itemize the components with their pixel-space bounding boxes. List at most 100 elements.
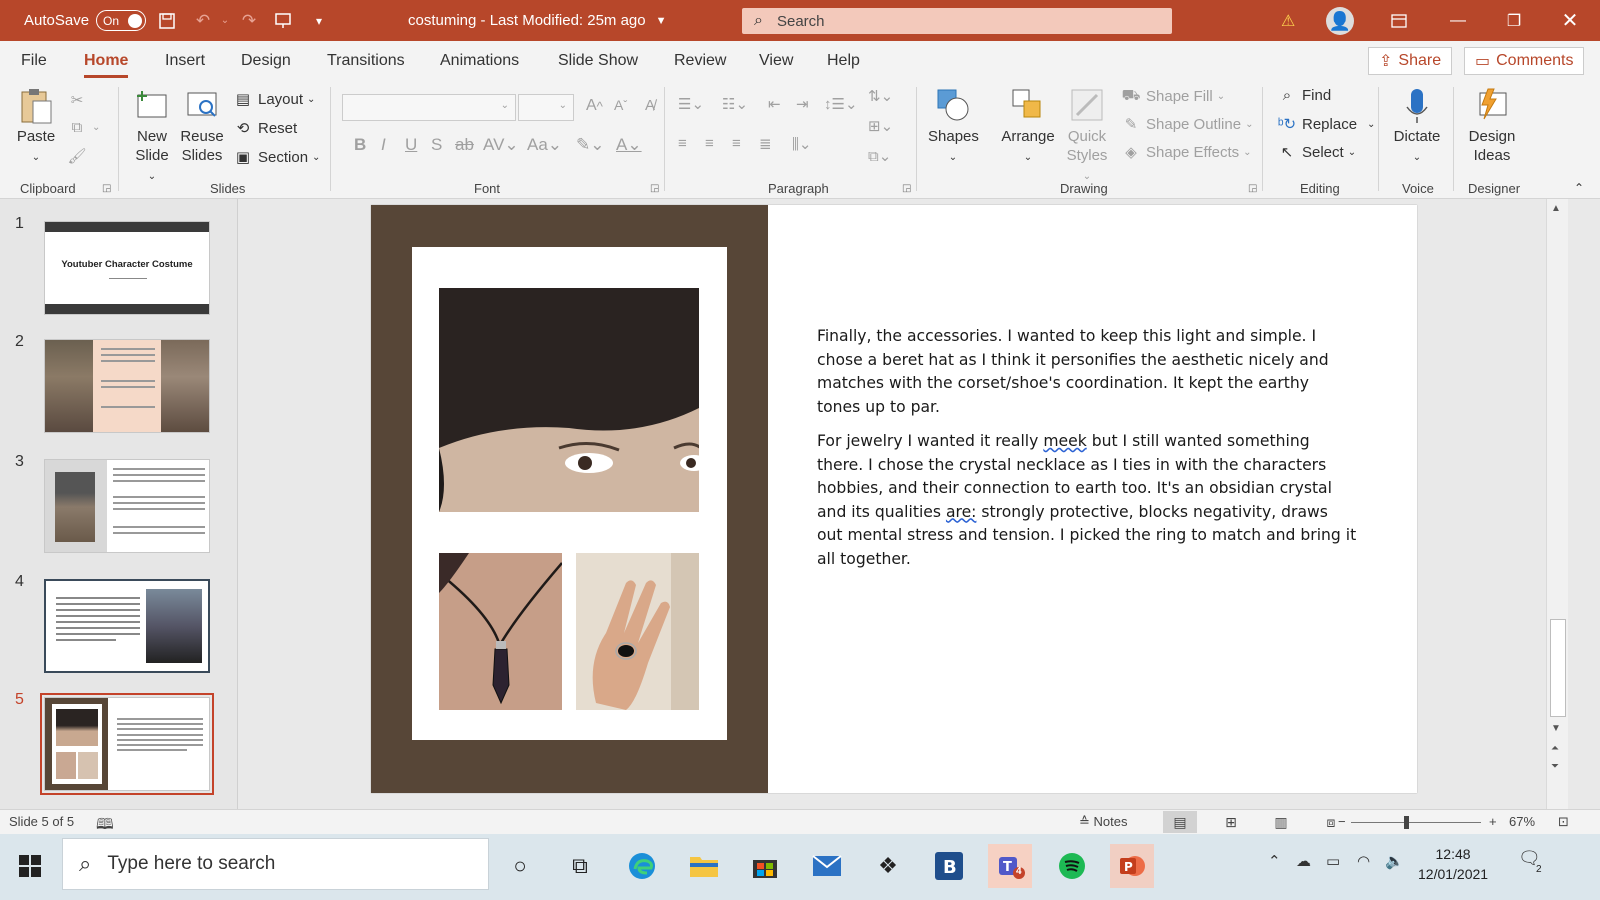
photo-card[interactable]: [412, 247, 727, 740]
reuse-slides-button[interactable]: Reuse Slides: [180, 87, 224, 165]
zoom-level[interactable]: 67%: [1509, 814, 1535, 829]
tab-file[interactable]: File: [21, 52, 47, 70]
copy-icon[interactable]: ⧉ ⌄: [66, 119, 101, 136]
cortana-icon[interactable]: ○: [498, 844, 542, 888]
shrink-font-icon[interactable]: Aˇ: [614, 97, 627, 113]
align-left-icon[interactable]: ≡: [678, 135, 687, 152]
columns-icon[interactable]: ⫼⌄: [792, 135, 811, 153]
underline-icon[interactable]: U: [405, 135, 417, 155]
slide-sorter-icon[interactable]: ⊞: [1214, 811, 1248, 833]
zoom-out-icon[interactable]: −: [1338, 814, 1346, 829]
decrease-indent-icon[interactable]: ⇤: [768, 95, 781, 113]
shape-effects-button[interactable]: ◈ Shape Effects ⌄: [1120, 143, 1251, 162]
quick-styles-button[interactable]: Quick Styles ⌄: [1064, 87, 1110, 186]
minimize-icon[interactable]: —: [1430, 0, 1486, 41]
design-ideas-button[interactable]: Design Ideas: [1466, 87, 1518, 165]
paste-button[interactable]: Paste ⌄: [16, 87, 56, 167]
font-launcher-icon[interactable]: ◲: [650, 183, 659, 194]
previous-slide-icon[interactable]: ⏶: [1551, 743, 1559, 754]
change-case-icon[interactable]: Aa⌄: [527, 135, 562, 155]
slide-thumbnail-3[interactable]: [44, 459, 210, 553]
ring-photo[interactable]: [576, 553, 699, 710]
slide-thumbnail-4[interactable]: [44, 579, 210, 673]
drawing-launcher-icon[interactable]: ◲: [1248, 183, 1257, 194]
numbering-icon[interactable]: ☷⌄: [722, 95, 748, 113]
shape-fill-button[interactable]: ⛟ Shape Fill ⌄: [1120, 87, 1226, 106]
beret-photo[interactable]: [439, 288, 699, 512]
normal-view-icon[interactable]: ▤: [1163, 811, 1197, 833]
align-text-icon[interactable]: ⊞⌄: [868, 117, 893, 135]
slide-thumbnail-2[interactable]: [44, 339, 210, 433]
fit-to-window-icon[interactable]: ⊡: [1558, 814, 1569, 830]
ribbon-display-icon[interactable]: [1371, 0, 1427, 41]
dropbox-icon[interactable]: ❖: [866, 844, 910, 888]
tab-transitions[interactable]: Transitions: [327, 52, 405, 70]
windows-start-icon[interactable]: [8, 844, 52, 888]
smartart-icon[interactable]: ⧉⌄: [868, 147, 891, 165]
collapse-ribbon-icon[interactable]: ⌃: [1574, 181, 1584, 195]
scroll-down-icon[interactable]: ▼: [1551, 723, 1561, 734]
clear-format-icon[interactable]: A̸: [645, 97, 655, 114]
scroll-up-icon[interactable]: ▲: [1551, 203, 1561, 214]
char-spacing-icon[interactable]: AV⌄: [483, 135, 519, 155]
tab-help[interactable]: Help: [827, 52, 860, 70]
slide-thumbnail-5[interactable]: [40, 693, 214, 795]
replace-button[interactable]: ᵇ↻ Replace ⌄: [1276, 115, 1376, 134]
next-slide-icon[interactable]: ⏷: [1551, 761, 1559, 772]
clipboard-launcher-icon[interactable]: ◲: [102, 183, 111, 194]
teams-icon[interactable]: T 4: [988, 844, 1032, 888]
customize-qat-icon[interactable]: ▾: [306, 0, 332, 41]
find-button[interactable]: ⌕ Find: [1276, 87, 1331, 104]
current-slide[interactable]: Finally, the accessories. I wanted to ke…: [371, 205, 1417, 793]
share-button[interactable]: ⇪ Share: [1368, 47, 1453, 75]
file-explorer-icon[interactable]: [682, 844, 726, 888]
tab-insert[interactable]: Insert: [165, 52, 205, 70]
slide-thumbnail-1[interactable]: Youtuber Character Costume: [44, 221, 210, 315]
select-button[interactable]: ↖ Select ⌄: [1276, 143, 1356, 162]
highlight-icon[interactable]: ✎⌄: [576, 135, 605, 155]
shapes-button[interactable]: Shapes ⌄: [928, 87, 979, 167]
powerpoint-icon[interactable]: P: [1110, 844, 1154, 888]
spotify-icon[interactable]: [1050, 844, 1094, 888]
increase-indent-icon[interactable]: ⇥: [796, 95, 809, 113]
zoom-slider-thumb[interactable]: [1404, 816, 1409, 829]
text-direction-icon[interactable]: ⇅⌄: [868, 87, 893, 105]
reset-button[interactable]: ⟲ Reset: [232, 119, 297, 138]
grow-font-icon[interactable]: A ^: [586, 97, 603, 115]
mail-icon[interactable]: [805, 844, 849, 888]
avatar[interactable]: 👤: [1326, 7, 1354, 35]
bold-icon[interactable]: B: [354, 135, 366, 155]
shadow-icon[interactable]: S: [431, 135, 442, 155]
battery-icon[interactable]: ▭: [1326, 852, 1340, 870]
align-center-icon[interactable]: ≡: [705, 135, 714, 152]
redo-icon[interactable]: ↷: [236, 0, 262, 41]
tab-animations[interactable]: Animations: [440, 52, 519, 70]
tab-view[interactable]: View: [759, 52, 793, 70]
search-box[interactable]: ⌕ Search: [742, 8, 1172, 34]
tab-review[interactable]: Review: [674, 52, 726, 70]
italic-icon[interactable]: I: [381, 135, 386, 155]
wifi-icon[interactable]: ◠: [1357, 852, 1370, 870]
comments-button[interactable]: ▭ Comments: [1464, 47, 1585, 75]
vertical-scrollbar[interactable]: ▲ ▼ ⏶ ⏷: [1546, 199, 1568, 809]
tab-slide-show[interactable]: Slide Show: [558, 52, 638, 70]
bullets-icon[interactable]: ☰⌄: [678, 95, 704, 113]
reading-view-icon[interactable]: ▥: [1264, 811, 1298, 833]
task-view-icon[interactable]: ⧉: [558, 844, 602, 888]
font-name-select[interactable]: ⌄: [342, 94, 516, 121]
zoom-slider[interactable]: [1351, 822, 1481, 823]
layout-button[interactable]: ▤ Layout ⌄: [232, 90, 316, 109]
paragraph-launcher-icon[interactable]: ◲: [902, 183, 911, 194]
strikethrough-icon[interactable]: ab: [455, 135, 474, 155]
undo-dropdown-icon[interactable]: ⌄: [212, 0, 238, 41]
document-title[interactable]: costuming - Last Modified: 25m ago ▼: [408, 0, 667, 41]
arrange-button[interactable]: Arrange ⌄: [1000, 87, 1056, 167]
format-painter-icon[interactable]: 🖌: [66, 147, 92, 165]
warning-icon[interactable]: ⚠: [1281, 0, 1295, 41]
tab-home[interactable]: Home: [84, 52, 129, 78]
line-spacing-icon[interactable]: ↕☰⌄: [824, 95, 858, 113]
store-icon[interactable]: [743, 844, 787, 888]
b-app-icon[interactable]: B: [927, 844, 971, 888]
close-icon[interactable]: ✕: [1542, 0, 1598, 41]
autosave-toggle[interactable]: On: [96, 10, 146, 31]
